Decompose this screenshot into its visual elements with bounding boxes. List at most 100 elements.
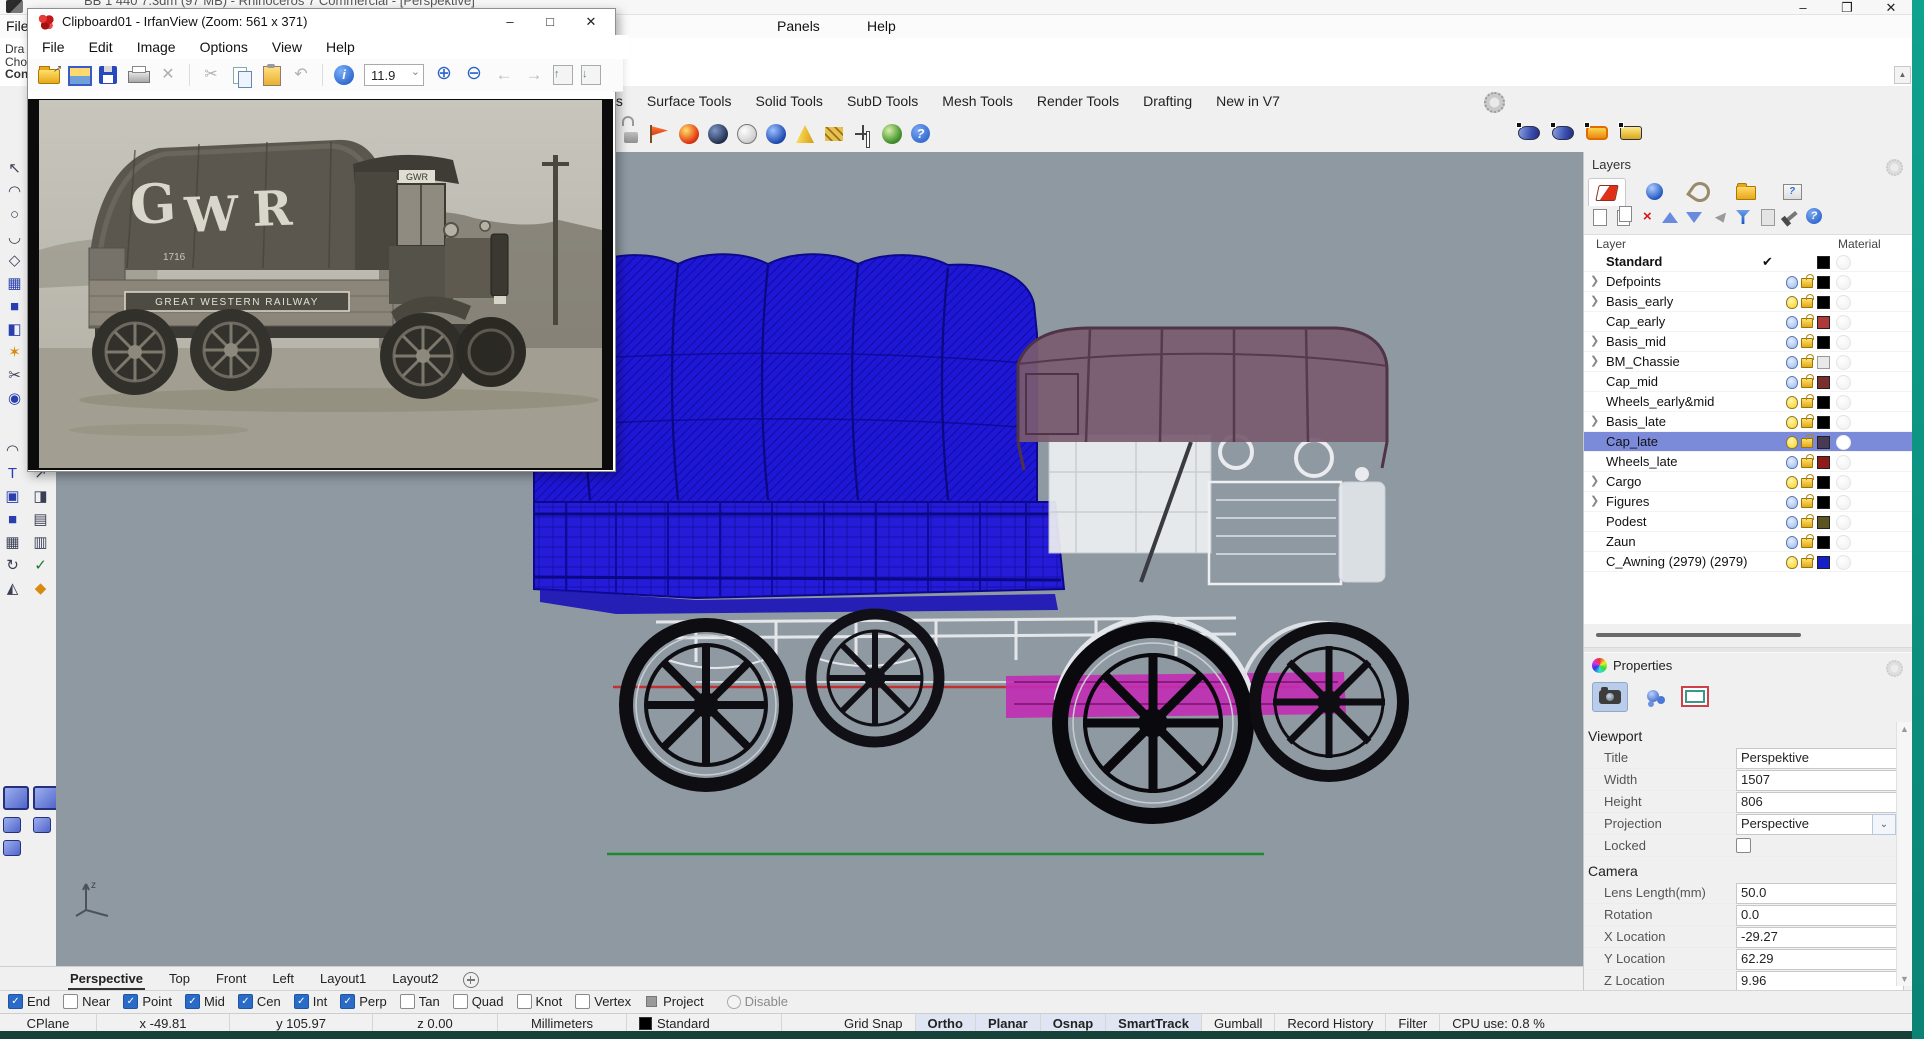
properties-scrollbar[interactable]: ▲▼ — [1896, 722, 1912, 986]
layer-row[interactable]: ❯BM_Chassie — [1584, 352, 1913, 372]
layer-visibility-bulb-icon[interactable] — [1786, 536, 1798, 549]
tool-surface-icon[interactable]: ◧ — [3, 319, 26, 340]
layer-visibility-bulb-icon[interactable] — [1786, 556, 1798, 569]
layer-lock-icon[interactable] — [1801, 358, 1813, 368]
y-coordinate[interactable]: y 105.97 — [230, 1014, 373, 1032]
layer-lock-icon[interactable] — [1801, 418, 1813, 428]
layer-row[interactable]: ❯Figures — [1584, 492, 1913, 512]
toolbar-flag-icon[interactable] — [649, 123, 671, 145]
expand-arrow-icon[interactable]: ❯ — [1590, 412, 1599, 431]
layer-material-dot[interactable] — [1836, 515, 1851, 530]
info-icon[interactable] — [332, 63, 356, 87]
units-cell[interactable]: Millimeters — [498, 1014, 627, 1032]
vp-cube-icon[interactable] — [3, 786, 29, 810]
tool-polygon-icon[interactable]: ◇ — [3, 250, 26, 271]
layer-color-swatch[interactable] — [1817, 296, 1830, 309]
layer-color-swatch[interactable] — [1817, 356, 1830, 369]
print-icon[interactable] — [126, 63, 150, 87]
toolbar-tab-render-tools[interactable]: Render Tools — [1037, 93, 1119, 109]
x-coordinate[interactable]: x -49.81 — [97, 1014, 230, 1032]
layer-color-swatch[interactable] — [1817, 436, 1830, 449]
osnap-checkbox-point[interactable]: ✓ — [123, 994, 138, 1009]
irfanview-window[interactable]: Clipboard01 - IrfanView (Zoom: 561 x 371… — [27, 8, 616, 472]
property-value-field[interactable]: -29.27 — [1736, 927, 1904, 948]
irfanview-menu-help[interactable]: Help — [326, 39, 355, 55]
tool-explode-icon[interactable]: ✶ — [3, 342, 26, 363]
layer-material-dot[interactable] — [1836, 295, 1851, 310]
tool-paint-icon[interactable]: ◆ — [29, 578, 52, 599]
expand-arrow-icon[interactable]: ❯ — [1590, 492, 1599, 511]
last-image-icon[interactable]: ↓ — [581, 65, 601, 85]
tool-plane-icon[interactable]: ▤ — [29, 509, 52, 530]
locked-checkbox[interactable] — [1736, 838, 1751, 853]
toggle-grid-snap[interactable]: Grid Snap — [832, 1014, 916, 1032]
rhino-menu-help[interactable]: Help — [867, 18, 896, 34]
toolbar-earth-icon[interactable] — [881, 123, 903, 145]
layer-row[interactable]: Wheels_late — [1584, 452, 1913, 472]
toolbar-lock-icon[interactable] — [620, 123, 642, 145]
project-state-icon[interactable] — [646, 996, 657, 1007]
osnap-checkbox-near[interactable] — [63, 994, 78, 1009]
layer-color-swatch[interactable] — [1817, 536, 1830, 549]
toolbar-cone-icon[interactable] — [794, 123, 816, 145]
tool-fillet-icon[interactable]: ◠ — [1, 440, 24, 461]
property-value-field[interactable]: 1507 — [1736, 770, 1904, 791]
rhino-menu-panels[interactable]: Panels — [777, 18, 820, 34]
open-folder-icon[interactable] — [36, 63, 60, 87]
first-image-icon[interactable]: ↑ — [553, 65, 573, 85]
selection-box2-icon[interactable] — [1618, 122, 1644, 144]
toggle-planar[interactable]: Planar — [976, 1014, 1041, 1032]
irfanview-titlebar[interactable]: Clipboard01 - IrfanView (Zoom: 561 x 371… — [28, 9, 615, 35]
viewport-tab-layout2[interactable]: Layout2 — [390, 969, 440, 990]
layer-visibility-bulb-icon[interactable] — [1786, 416, 1798, 429]
toolbar-tab-mesh-tools[interactable]: Mesh Tools — [942, 93, 1013, 109]
tool-text-icon[interactable]: T — [1, 463, 24, 484]
selection-box1-icon[interactable] — [1584, 122, 1610, 144]
layer-visibility-bulb-icon[interactable] — [1786, 376, 1798, 389]
toggle-ortho[interactable]: Ortho — [916, 1014, 976, 1032]
toolbar-tab-solid-tools[interactable]: Solid Tools — [755, 93, 822, 109]
previous-image-icon[interactable]: ← — [492, 63, 516, 87]
dropdown-arrow-icon[interactable]: ⌄ — [1872, 814, 1896, 835]
layer-color-swatch[interactable] — [1817, 496, 1830, 509]
layer-row[interactable]: ❯Defpoints — [1584, 272, 1913, 292]
layer-color-swatch[interactable] — [1817, 556, 1830, 569]
zoom-out-icon[interactable]: ⊖ — [462, 63, 486, 87]
layer-color-swatch[interactable] — [1817, 396, 1830, 409]
osnap-checkbox-quad[interactable] — [453, 994, 468, 1009]
delete-icon[interactable]: ✕ — [156, 63, 180, 87]
property-value-field[interactable]: Perspektive — [1736, 748, 1904, 769]
vp-c-icon[interactable] — [3, 840, 21, 856]
command-scroll-up-button[interactable]: ▲ — [1894, 66, 1911, 84]
rhino-restore-button[interactable]: ❐ — [1830, 0, 1864, 15]
expand-arrow-icon[interactable]: ❯ — [1590, 472, 1599, 491]
layers-horizontal-scrollbar[interactable] — [1584, 630, 1913, 640]
layer-lock-icon[interactable] — [1801, 278, 1813, 288]
layer-lock-icon[interactable] — [1801, 518, 1813, 528]
collapse-icon[interactable] — [1710, 208, 1728, 226]
osnap-checkbox-vertex[interactable] — [575, 994, 590, 1009]
layer-material-dot[interactable] — [1836, 335, 1851, 350]
layer-color-swatch[interactable] — [1817, 416, 1830, 429]
layer-lock-icon[interactable] — [1801, 318, 1813, 328]
layer-row[interactable]: ❯Basis_early — [1584, 292, 1913, 312]
toggle-smarttrack[interactable]: SmartTrack — [1106, 1014, 1202, 1032]
layer-lock-icon[interactable] — [1801, 538, 1813, 548]
tool-cage-icon[interactable]: ▦ — [3, 273, 26, 294]
tool-group-icon[interactable]: ▣ — [1, 486, 24, 507]
property-value-field[interactable]: 0.0 — [1736, 905, 1904, 926]
layer-material-dot[interactable] — [1836, 435, 1851, 450]
layer-lock-icon[interactable] — [1801, 298, 1813, 308]
vp-b-icon[interactable] — [33, 817, 51, 833]
toggle-record-history[interactable]: Record History — [1275, 1014, 1386, 1032]
layer-visibility-bulb-icon[interactable] — [1786, 456, 1798, 469]
osnap-checkbox-tan[interactable] — [400, 994, 415, 1009]
layer-material-dot[interactable] — [1836, 355, 1851, 370]
undo-icon[interactable]: ↶ — [289, 63, 313, 87]
viewport-tab-perspective[interactable]: Perspective — [68, 969, 145, 990]
rhino-close-button[interactable]: ✕ — [1874, 0, 1908, 15]
expand-arrow-icon[interactable]: ❯ — [1590, 272, 1599, 291]
tool-primitives-icon[interactable]: ◭ — [1, 578, 24, 599]
layer-visibility-bulb-icon[interactable] — [1786, 516, 1798, 529]
rhino-minimize-button[interactable]: – — [1786, 0, 1820, 15]
